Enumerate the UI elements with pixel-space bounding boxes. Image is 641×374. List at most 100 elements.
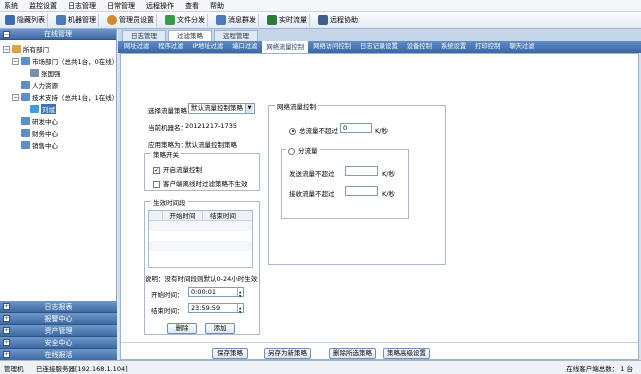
tree-node-all-departments[interactable]: − 所有部门 xyxy=(3,44,49,54)
total-traffic-input[interactable]: 0 xyxy=(340,123,372,133)
section-alarm-center[interactable]: + 报警中心 xyxy=(0,313,117,325)
group-icon xyxy=(21,81,30,89)
top-tabs: 日志管理 过滤策略 远程管理 xyxy=(118,29,641,41)
offline-no-effect-checkbox[interactable]: 客户端离线时过滤策略不生效 xyxy=(153,178,248,188)
send-limit-input[interactable] xyxy=(345,166,378,176)
menu-daily-management[interactable]: 日常管理 xyxy=(107,1,135,11)
toolbar-realtime-traffic-button[interactable]: 实时流量 xyxy=(265,13,310,27)
delete-time-button[interactable]: 删除 xyxy=(167,323,197,334)
collapse-icon[interactable]: − xyxy=(12,93,19,101)
tree-node-tech-support[interactable]: − 技术支持（总共1台，1在线） xyxy=(12,92,118,102)
table-row[interactable] xyxy=(149,241,252,251)
computer-icon xyxy=(56,15,66,25)
toolbar-remote-assist-button[interactable]: 远程协助 xyxy=(316,14,360,27)
table-row[interactable] xyxy=(149,231,252,241)
toolbar-hide-list-button[interactable]: 隐藏列表 xyxy=(3,13,48,27)
menu-system[interactable]: 系统 xyxy=(4,1,18,11)
send-limit-label: 发送流量不超过 xyxy=(289,170,335,178)
recv-limit-unit: K/秒 xyxy=(382,190,395,198)
spinner-icon[interactable] xyxy=(237,288,243,300)
group-icon xyxy=(21,129,30,137)
tab-device-control[interactable]: 设备控制 xyxy=(403,41,436,53)
status-online-label: 在线客户端总数： xyxy=(566,364,619,373)
collapse-icon[interactable]: − xyxy=(3,45,10,53)
status-role: 管理机 xyxy=(4,364,24,373)
network-traffic-group: 网络流量控制 总流量不超过 0 K/秒 分流量 发送流量不超过 K/秒 接收流量… xyxy=(268,101,446,265)
toolbar-admin-settings-button[interactable]: 管理员设置 xyxy=(105,13,157,27)
spinner-icon[interactable] xyxy=(237,304,243,316)
col-start-time: 开始时间 xyxy=(163,211,203,220)
enable-traffic-control-checkbox[interactable]: ✓ 开启流量控制 xyxy=(153,164,202,174)
toolbar: 隐藏列表 机器管理 管理员设置 文件分发 消息群发 实时流量 远程协助 xyxy=(0,12,641,29)
toolbar-broadcast-button[interactable]: 消息群发 xyxy=(214,13,259,27)
table-header: 开始时间 结束时间 xyxy=(149,211,252,221)
section-asset-management[interactable]: + 资产管理 xyxy=(0,325,117,337)
list-icon xyxy=(5,15,15,25)
total-traffic-radio[interactable]: 总流量不超过 xyxy=(289,125,338,135)
tree-node-hr[interactable]: 人力资源 xyxy=(21,80,58,90)
menu-help[interactable]: 帮助 xyxy=(210,1,224,11)
group-icon xyxy=(21,93,30,101)
tab-ip-filter[interactable]: IP地址过滤 xyxy=(188,41,227,53)
menu-view[interactable]: 查看 xyxy=(185,1,199,11)
online-management-header[interactable]: − 在线管理 xyxy=(0,29,116,40)
time-period-table[interactable]: 开始时间 结束时间 xyxy=(148,210,253,268)
tab-filter-policy[interactable]: 过滤策略 xyxy=(168,30,212,41)
add-time-button[interactable]: 添加 xyxy=(205,323,235,334)
end-time-input[interactable]: 23:59:59 xyxy=(188,303,244,316)
status-server: 已连接服务器[192.168.1.104] xyxy=(36,364,128,373)
split-traffic-radio[interactable]: 分流量 xyxy=(286,145,320,155)
tab-remote-management[interactable]: 远程管理 xyxy=(214,30,258,41)
save-policy-button[interactable]: 保存策略 xyxy=(212,348,248,359)
expand-icon: + xyxy=(3,327,10,334)
end-time-label: 结束时间： xyxy=(151,307,184,315)
tab-log-management[interactable]: 日志管理 xyxy=(122,30,166,41)
expand-icon: + xyxy=(3,351,10,358)
tree-node-zhang[interactable]: 张国强 xyxy=(30,68,61,78)
tab-program-filter[interactable]: 程序过滤 xyxy=(154,41,187,53)
section-log-report[interactable]: + 日志报表 xyxy=(0,301,117,313)
recv-limit-input[interactable] xyxy=(345,186,378,196)
delete-policy-button[interactable]: 删除所选策略 xyxy=(329,348,376,359)
main-area: 日志管理 过滤策略 远程管理 网址过滤 程序过滤 IP地址过滤 端口过滤 网络流… xyxy=(118,29,641,360)
toolbar-machine-manage-button[interactable]: 机器管理 xyxy=(54,13,99,27)
applied-policy-label: 应用策略为： xyxy=(148,141,187,149)
col-end-time: 结束时间 xyxy=(210,212,236,220)
checkmark-icon: ✓ xyxy=(153,166,160,174)
menu-remote-operation[interactable]: 远程操作 xyxy=(146,1,174,11)
start-time-input[interactable]: 0:00:01 xyxy=(188,287,244,300)
save-as-policy-button[interactable]: 另存为新策略 xyxy=(264,348,311,359)
left-bottom-sections: + 日志报表 + 报警中心 + 资产管理 + 安全中心 + 在线报活 xyxy=(0,301,117,361)
machine-name-value: 20121217-1735 xyxy=(185,122,237,130)
left-panel: − 在线管理 − 所有部门 − 市场部门（总共1台，0在线） 张国强 人力资源 − 技术… xyxy=(0,29,118,361)
menu-log-management[interactable]: 日志管理 xyxy=(68,1,96,11)
tab-access-control[interactable]: 网络访问控制 xyxy=(309,41,355,53)
recv-limit-label: 接收流量不超过 xyxy=(289,190,335,198)
group-icon xyxy=(21,57,30,65)
network-traffic-title: 网络流量控制 xyxy=(275,101,318,111)
message-icon xyxy=(216,15,226,25)
policy-select[interactable]: 默认流量控制策略 ▼ xyxy=(188,103,255,114)
tab-traffic-control[interactable]: 网络流量控制 xyxy=(262,41,309,53)
file-icon xyxy=(165,15,175,25)
tree-node-sales[interactable]: 销售中心 xyxy=(21,140,58,150)
group-icon xyxy=(21,117,30,125)
building-icon xyxy=(12,45,21,53)
toolbar-file-dist-button[interactable]: 文件分发 xyxy=(163,13,208,27)
tree-node-finance[interactable]: 财务中心 xyxy=(21,128,58,138)
tab-port-filter[interactable]: 端口过滤 xyxy=(228,41,261,53)
collapse-icon[interactable]: − xyxy=(3,31,10,38)
tab-print-control[interactable]: 打印控制 xyxy=(471,41,504,53)
menu-monitor-settings[interactable]: 监控设置 xyxy=(29,1,57,11)
collapse-icon[interactable]: − xyxy=(12,57,19,65)
section-security-center[interactable]: + 安全中心 xyxy=(0,337,117,349)
advanced-policy-button[interactable]: 策略高级设置 xyxy=(383,348,430,359)
tab-log-settings[interactable]: 日志记录设置 xyxy=(356,41,402,53)
tab-chat-filter[interactable]: 聊天过滤 xyxy=(505,41,538,53)
tab-url-filter[interactable]: 网址过滤 xyxy=(120,41,153,53)
table-row[interactable] xyxy=(149,221,252,231)
tree-node-rnd[interactable]: 研发中心 xyxy=(21,116,58,126)
tree-node-liu[interactable]: 刘斌 xyxy=(30,104,56,114)
tree-node-market[interactable]: − 市场部门（总共1台，0在线） xyxy=(12,56,118,66)
tab-system-settings[interactable]: 系统设置 xyxy=(437,41,470,53)
